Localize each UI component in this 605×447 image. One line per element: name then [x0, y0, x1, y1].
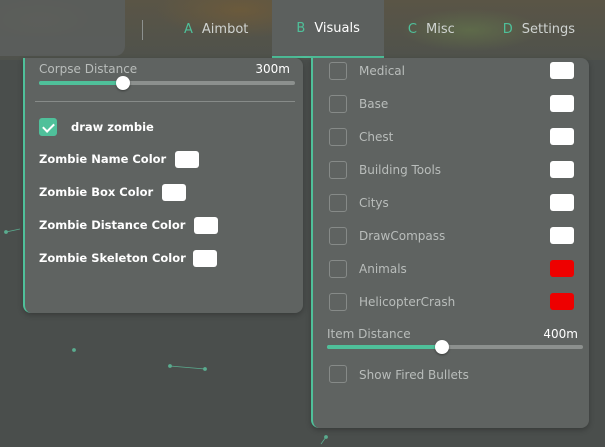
tab-letter: C: [407, 21, 417, 37]
tab-visuals[interactable]: B Visuals: [272, 0, 384, 58]
corpse-distance-label: Corpse Distance: [39, 62, 138, 76]
citys-label: Citys: [359, 196, 389, 210]
medical-label: Medical: [359, 64, 405, 78]
draw-zombie-label: draw zombie: [71, 120, 154, 134]
brand-area: [0, 0, 125, 56]
drawcompass-label: DrawCompass: [359, 229, 446, 243]
tab-settings[interactable]: D Settings: [479, 0, 599, 58]
slider-thumb[interactable]: [116, 76, 131, 90]
citys-checkbox[interactable]: [329, 194, 347, 212]
drawcompass-checkbox[interactable]: [329, 227, 347, 245]
animals-color-swatch[interactable]: [550, 260, 574, 277]
show-fired-bullets-label: Show Fired Bullets: [359, 368, 469, 382]
zombie-settings-panel: Corpse Distance 300m draw zombie Zombie …: [23, 58, 303, 313]
slider-thumb[interactable]: [435, 340, 450, 354]
medical-color-swatch[interactable]: [550, 62, 574, 79]
zombie-box-color-swatch[interactable]: [162, 184, 186, 201]
item-settings-panel: Medical Base Chest Building Tools Citys …: [311, 58, 589, 428]
zombie-skeleton-color-swatch[interactable]: [193, 250, 217, 267]
divider: [35, 101, 295, 102]
building-tools-checkbox[interactable]: [329, 161, 347, 179]
base-color-swatch[interactable]: [550, 95, 574, 112]
base-checkbox[interactable]: [329, 95, 347, 113]
corpse-distance-slider[interactable]: [39, 76, 295, 90]
tab-misc[interactable]: C Misc: [384, 0, 479, 58]
slider-fill: [327, 345, 443, 349]
tab-label: Aimbot: [201, 21, 249, 37]
show-fired-bullets-checkbox[interactable]: [329, 365, 347, 383]
animals-label: Animals: [359, 262, 407, 276]
base-label: Base: [359, 97, 389, 111]
draw-zombie-checkbox[interactable]: [39, 118, 57, 136]
chest-checkbox[interactable]: [329, 128, 347, 146]
tab-label: Misc: [425, 21, 455, 37]
building-tools-label: Building Tools: [359, 163, 442, 177]
zombie-name-color-label: Zombie Name Color: [39, 152, 167, 166]
tab-letter: A: [184, 21, 193, 37]
zombie-name-color-swatch[interactable]: [175, 151, 199, 168]
tab-label: Visuals: [314, 20, 360, 36]
item-distance-label: Item Distance: [327, 327, 411, 341]
drawcompass-color-swatch[interactable]: [550, 227, 574, 244]
tab-bar: A Aimbot B Visuals C Misc D Settings: [160, 0, 599, 58]
helicoptercrash-label: HelicopterCrash: [359, 295, 456, 309]
helicoptercrash-color-swatch[interactable]: [550, 293, 574, 310]
item-distance-value: 400m: [543, 327, 578, 341]
slider-fill: [39, 81, 124, 85]
corpse-distance-label-row: Corpse Distance 300m: [39, 62, 290, 76]
tab-separator: [142, 20, 143, 40]
zombie-distance-color-swatch[interactable]: [194, 217, 218, 234]
chest-color-swatch[interactable]: [550, 128, 574, 145]
citys-color-swatch[interactable]: [550, 194, 574, 211]
item-distance-label-row: Item Distance 400m: [327, 327, 578, 341]
zombie-box-color-label: Zombie Box Color: [39, 185, 154, 199]
corpse-distance-value: 300m: [255, 62, 290, 76]
chest-label: Chest: [359, 130, 394, 144]
zombie-distance-color-label: Zombie Distance Color: [39, 218, 186, 232]
tab-label: Settings: [521, 21, 576, 37]
item-distance-slider[interactable]: [327, 340, 583, 354]
tab-aimbot[interactable]: A Aimbot: [160, 0, 272, 58]
helicoptercrash-checkbox[interactable]: [329, 293, 347, 311]
medical-checkbox[interactable]: [329, 62, 347, 80]
tab-letter: B: [296, 20, 306, 36]
animals-checkbox[interactable]: [329, 260, 347, 278]
zombie-skeleton-color-label: Zombie Skeleton Color: [39, 251, 186, 265]
tab-letter: D: [502, 21, 513, 37]
building-tools-color-swatch[interactable]: [550, 161, 574, 178]
